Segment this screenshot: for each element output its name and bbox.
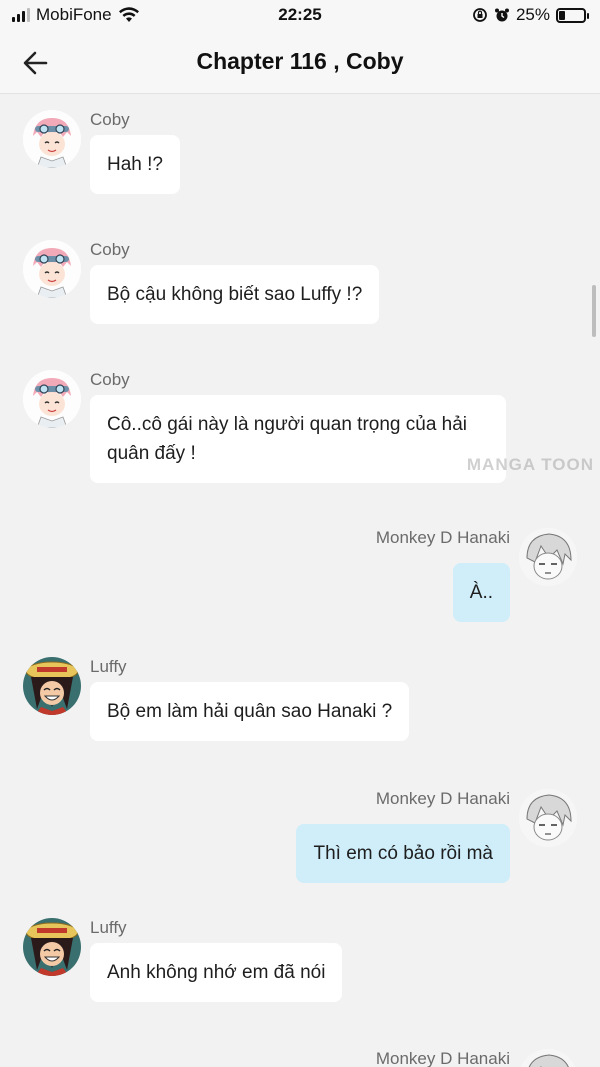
status-right: 25%: [472, 5, 589, 25]
avatar-hanaki[interactable]: [519, 1049, 577, 1067]
avatar-coby[interactable]: [23, 240, 81, 298]
sender-name: Luffy: [90, 918, 127, 937]
coby-avatar-icon: [23, 240, 81, 298]
hanaki-avatar-icon: [519, 789, 577, 847]
battery-level: [559, 10, 565, 20]
hanaki-avatar-icon: [519, 528, 577, 586]
message-bubble[interactable]: Bộ cậu không biết sao Luffy !?: [90, 265, 380, 324]
avatar-luffy[interactable]: [23, 918, 81, 976]
sender-name: Coby: [90, 370, 130, 389]
avatar-luffy[interactable]: [23, 657, 81, 715]
sender-name: Monkey D Hanaki: [375, 789, 510, 808]
battery-icon: [556, 7, 589, 23]
sender-name: Coby: [90, 240, 130, 259]
avatar-hanaki[interactable]: [519, 528, 577, 586]
luffy-avatar-icon: [23, 918, 81, 976]
status-bar: MobiFone 22:25 25%: [0, 0, 600, 32]
sender-name: Monkey D Hanaki: [375, 1049, 510, 1067]
hanaki-avatar-icon: [519, 1049, 577, 1067]
message-line: quân đấy !: [107, 443, 196, 464]
watermark-logo: MANGA TOON: [466, 455, 594, 474]
message-bubble[interactable]: Bộ em làm hải quân sao Hanaki ?: [90, 682, 410, 741]
avatar-hanaki[interactable]: [519, 789, 577, 847]
message-bubble[interactable]: Cô..cô gái này là người quan trọng của h…: [90, 395, 506, 483]
rotation-lock-icon: [473, 8, 487, 22]
luffy-avatar-icon: [23, 657, 81, 715]
message-line: Cô..cô gái này là người quan trọng của h…: [107, 414, 468, 435]
message-bubble[interactable]: À..: [452, 563, 510, 622]
coby-avatar-icon: [23, 110, 81, 168]
alarm-icon: [494, 8, 509, 22]
message-bubble[interactable]: Thì em có bảo rồi mà: [296, 824, 510, 883]
scrollbar-thumb[interactable]: [592, 285, 596, 337]
avatar-coby[interactable]: [23, 370, 81, 428]
sender-name: Coby: [90, 110, 130, 129]
coby-avatar-icon: [23, 370, 81, 428]
avatar-coby[interactable]: [23, 110, 81, 168]
chat-header: Chapter 116 , Coby: [0, 32, 600, 94]
sender-name: Monkey D Hanaki: [375, 528, 510, 547]
message-bubble[interactable]: Hah !?: [90, 135, 180, 194]
page-title: Chapter 116 , Coby: [196, 48, 404, 74]
message-bubble[interactable]: Anh không nhớ em đã nói: [90, 943, 343, 1002]
sender-name: Luffy: [90, 657, 127, 676]
battery-percent: 25%: [515, 5, 550, 24]
chat-list[interactable]: Coby Hah !? Coby Bộ cậu không biết sao L…: [0, 95, 600, 1067]
